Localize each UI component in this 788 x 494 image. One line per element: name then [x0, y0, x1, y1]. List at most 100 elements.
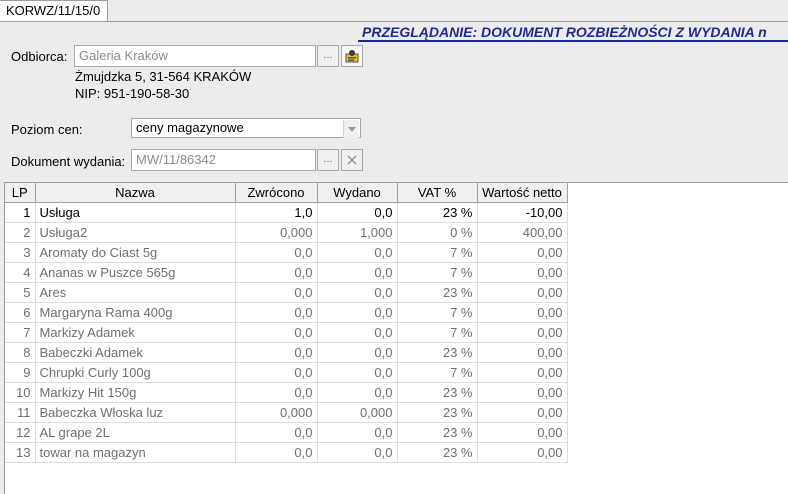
cell-returned[interactable]: 0,000 [235, 222, 318, 243]
cell-issued: 0,0 [317, 282, 398, 303]
cell-returned[interactable]: 0,0 [235, 322, 318, 343]
cell-returned[interactable]: 1,0 [235, 202, 318, 223]
recipient-field[interactable]: Galeria Kraków [74, 45, 316, 67]
cell-issued: 0,0 [317, 202, 398, 223]
cell-vat: 7 % [397, 242, 478, 263]
cell-issued: 0,0 [317, 422, 398, 443]
cell-returned[interactable]: 0,000 [235, 402, 318, 423]
tab-document[interactable]: KORWZ/11/15/0 [0, 0, 108, 21]
cell-net-value: 0,00 [477, 402, 568, 423]
price-level-select[interactable]: ceny magazynowe [131, 118, 361, 138]
table-row[interactable]: 13 towar na magazyn 0,0 0,0 23 % 0,00 [5, 442, 568, 463]
title-underline [358, 40, 788, 42]
ellipsis-icon: ... [323, 49, 333, 61]
recipient-address: Żmujdzka 5, 31-564 KRAKÓW [75, 69, 252, 84]
cell-returned[interactable]: 0,0 [235, 362, 318, 383]
cell-name: AL grape 2L [35, 422, 236, 443]
column-header-returned[interactable]: Zwrócono [235, 183, 318, 203]
cell-net-value: 0,00 [477, 322, 568, 343]
table-row[interactable]: 7 Markizy Adamek 0,0 0,0 7 % 0,00 [5, 322, 568, 343]
cell-name: Babeczka Włoska luz [35, 402, 236, 423]
cell-net-value: 0,00 [477, 242, 568, 263]
cell-returned[interactable]: 0,0 [235, 302, 318, 323]
table-row[interactable]: 12 AL grape 2L 0,0 0,0 23 % 0,00 [5, 422, 568, 443]
cell-returned[interactable]: 0,0 [235, 422, 318, 443]
cell-returned[interactable]: 0,0 [235, 282, 318, 303]
cell-lp: 5 [5, 282, 36, 303]
cell-name: Chrupki Curly 100g [35, 362, 236, 383]
cell-vat: 23 % [397, 442, 478, 463]
cell-vat: 0 % [397, 222, 478, 243]
recipient-label: Odbiorca: [11, 49, 68, 64]
cell-returned[interactable]: 0,0 [235, 262, 318, 283]
table-row[interactable]: 1 Usługa 1,0 0,0 23 % -10,00 [5, 202, 568, 223]
chevron-down-icon[interactable] [343, 120, 359, 138]
cell-vat: 23 % [397, 422, 478, 443]
cell-lp: 10 [5, 382, 36, 403]
page-title: PRZEGLĄDANIE: DOKUMENT ROZBIEŻNOŚCI Z WY… [362, 24, 767, 40]
cell-net-value: 0,00 [477, 302, 568, 323]
cell-vat: 7 % [397, 322, 478, 343]
recipient-contact-button[interactable] [341, 45, 363, 67]
cell-issued: 0,0 [317, 322, 398, 343]
cell-vat: 23 % [397, 342, 478, 363]
cell-lp: 8 [5, 342, 36, 363]
cell-issued: 0,0 [317, 342, 398, 363]
cell-net-value: 0,00 [477, 282, 568, 303]
cell-name: Ananas w Puszce 565g [35, 262, 236, 283]
table-body: 1 Usługa 1,0 0,0 23 % -10,00 2 Usługa2 0… [5, 202, 568, 463]
issue-document-browse-button[interactable]: ... [317, 149, 339, 171]
table-row[interactable]: 4 Ananas w Puszce 565g 0,0 0,0 7 % 0,00 [5, 262, 568, 283]
cell-returned[interactable]: 0,0 [235, 342, 318, 363]
cell-vat: 23 % [397, 382, 478, 403]
cell-returned[interactable]: 0,0 [235, 382, 318, 403]
cell-lp: 11 [5, 402, 36, 423]
issue-document-label: Dokument wydania: [11, 154, 126, 169]
cell-vat: 7 % [397, 302, 478, 323]
column-header-issued[interactable]: Wydano [317, 183, 398, 203]
column-header-lp[interactable]: LP [5, 183, 36, 203]
cell-lp: 13 [5, 442, 36, 463]
cell-name: Margaryna Rama 400g [35, 302, 236, 323]
cell-net-value: 400,00 [477, 222, 568, 243]
cell-name: Babeczki Adamek [35, 342, 236, 363]
column-header-net-value[interactable]: Wartość netto [477, 183, 568, 203]
cell-vat: 23 % [397, 402, 478, 423]
cell-vat: 7 % [397, 262, 478, 283]
issue-document-clear-button[interactable] [341, 149, 363, 171]
table-header-row: LP Nazwa Zwrócono Wydano VAT % Wartość n… [5, 183, 568, 203]
items-grid[interactable]: LP Nazwa Zwrócono Wydano VAT % Wartość n… [4, 182, 788, 494]
price-level-label: Poziom cen: [11, 122, 83, 137]
table-row[interactable]: 9 Chrupki Curly 100g 0,0 0,0 7 % 0,00 [5, 362, 568, 383]
table-row[interactable]: 11 Babeczka Włoska luz 0,000 0,000 23 % … [5, 402, 568, 423]
items-table: LP Nazwa Zwrócono Wydano VAT % Wartość n… [5, 183, 568, 463]
cell-issued: 0,0 [317, 302, 398, 323]
table-row[interactable]: 2 Usługa2 0,000 1,000 0 % 400,00 [5, 222, 568, 243]
cell-lp: 7 [5, 322, 36, 343]
cell-returned[interactable]: 0,0 [235, 242, 318, 263]
table-row[interactable]: 3 Aromaty do Ciast 5g 0,0 0,0 7 % 0,00 [5, 242, 568, 263]
cell-lp: 12 [5, 422, 36, 443]
cell-issued: 0,000 [317, 402, 398, 423]
contact-card-icon [345, 50, 359, 63]
cell-lp: 1 [5, 202, 36, 223]
recipient-browse-button[interactable]: ... [317, 45, 339, 67]
cell-returned[interactable]: 0,0 [235, 442, 318, 463]
table-row[interactable]: 5 Ares 0,0 0,0 23 % 0,00 [5, 282, 568, 303]
table-row[interactable]: 6 Margaryna Rama 400g 0,0 0,0 7 % 0,00 [5, 302, 568, 323]
table-row[interactable]: 10 Markizy Hit 150g 0,0 0,0 23 % 0,00 [5, 382, 568, 403]
cell-lp: 3 [5, 242, 36, 263]
cell-vat: 23 % [397, 202, 478, 223]
clear-x-icon [347, 155, 357, 165]
cell-name: Ares [35, 282, 236, 303]
cell-name: Markizy Hit 150g [35, 382, 236, 403]
issue-document-field[interactable]: MW/11/86342 [131, 149, 316, 171]
cell-net-value: 0,00 [477, 262, 568, 283]
column-header-vat[interactable]: VAT % [397, 183, 478, 203]
cell-vat: 23 % [397, 282, 478, 303]
cell-issued: 1,000 [317, 222, 398, 243]
column-header-name[interactable]: Nazwa [35, 183, 236, 203]
table-row[interactable]: 8 Babeczki Adamek 0,0 0,0 23 % 0,00 [5, 342, 568, 363]
cell-issued: 0,0 [317, 382, 398, 403]
cell-issued: 0,0 [317, 442, 398, 463]
